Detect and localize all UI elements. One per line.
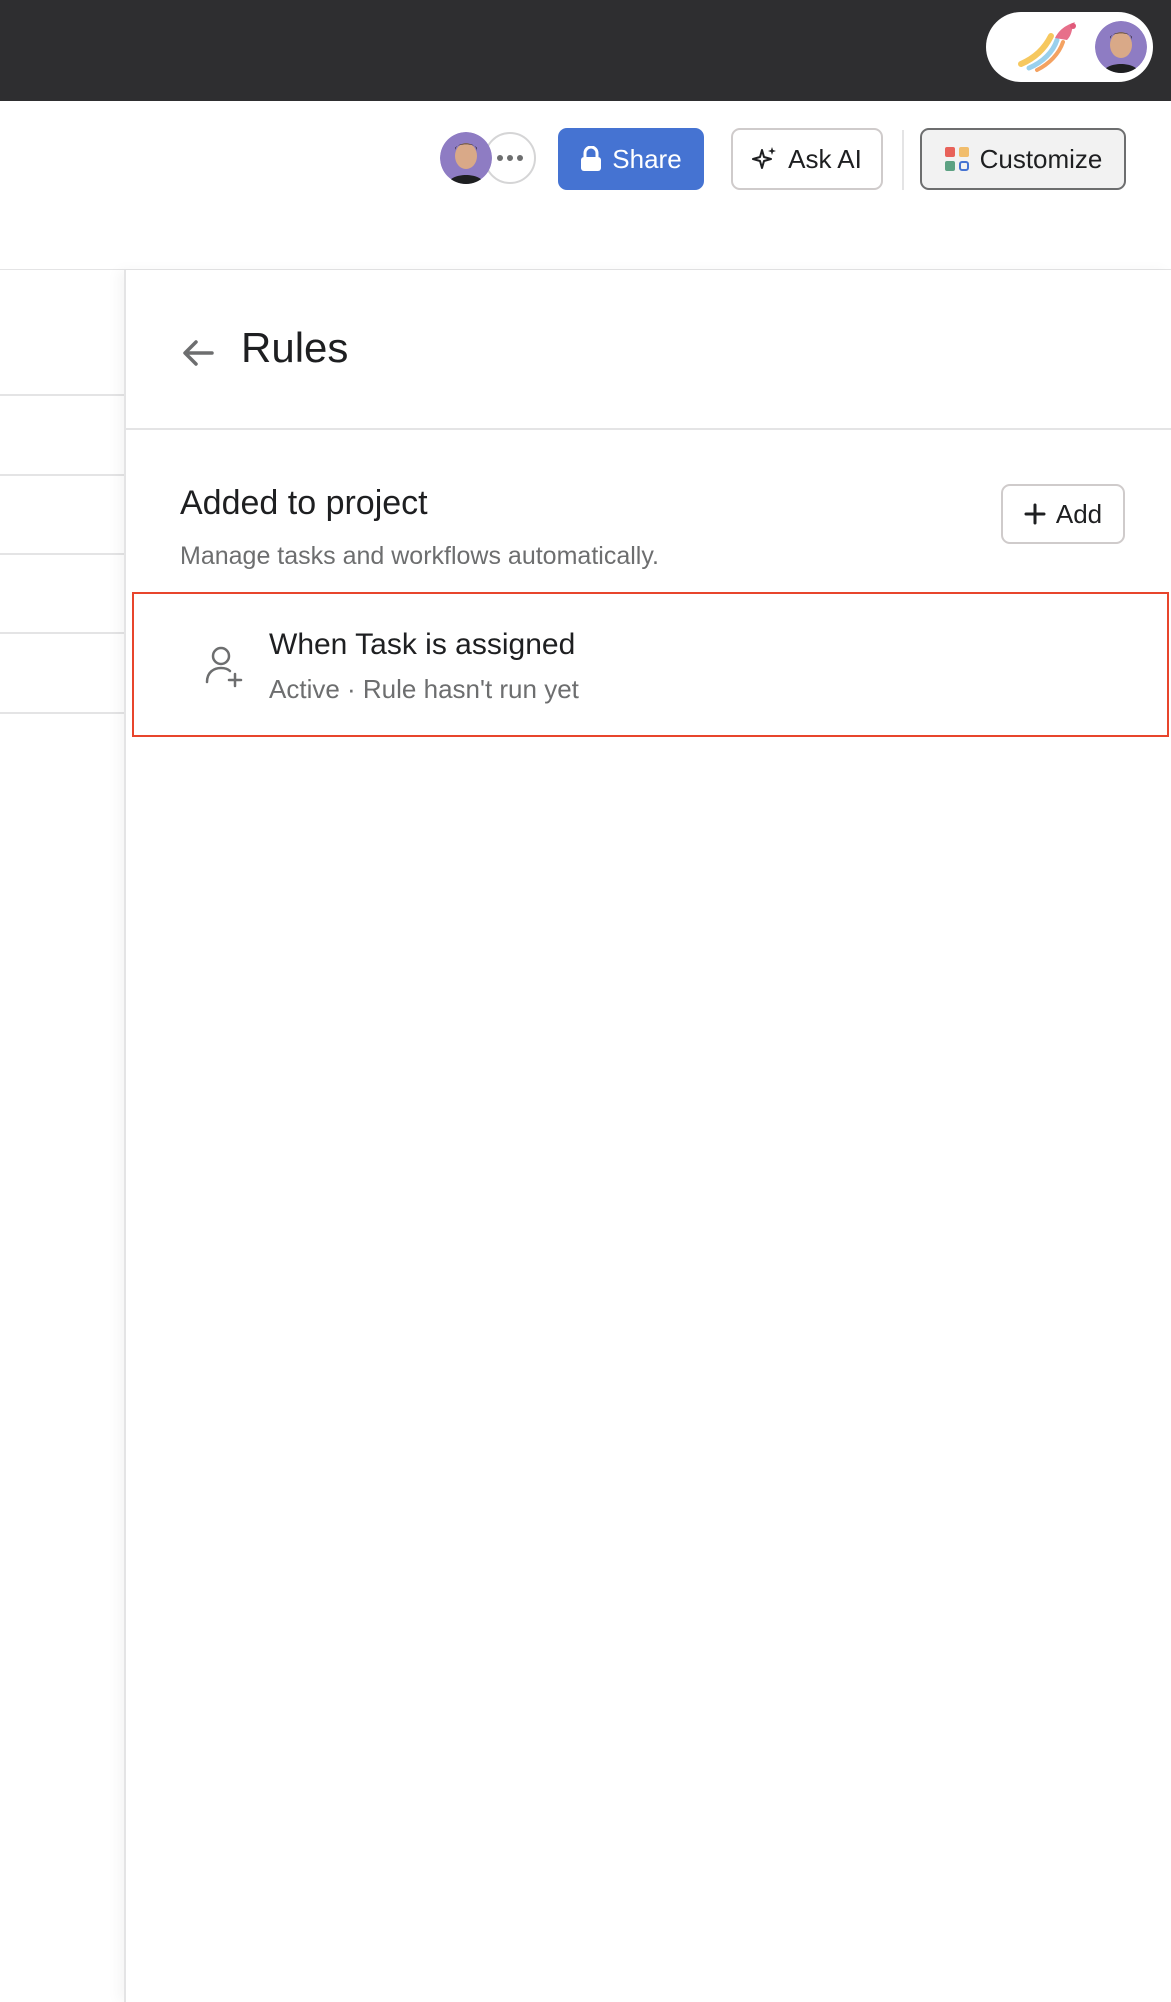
more-icon — [497, 155, 523, 161]
row-divider — [0, 474, 124, 476]
top-bar — [0, 0, 1171, 101]
row-divider — [0, 632, 124, 634]
share-button-label: Share — [612, 143, 682, 174]
customize-button[interactable]: Customize — [920, 128, 1126, 190]
header-divider — [902, 130, 904, 190]
ask-ai-button-label: Ask AI — [788, 143, 862, 174]
back-arrow-icon[interactable] — [178, 333, 218, 373]
avatar[interactable] — [1095, 21, 1147, 73]
user-plus-icon — [205, 646, 243, 688]
customize-grid-icon — [944, 147, 969, 171]
panel-header: Rules — [126, 270, 1171, 430]
add-rule-button[interactable]: Add — [1001, 484, 1125, 544]
lock-icon — [581, 146, 602, 171]
task-list-pane — [0, 270, 124, 2002]
rules-panel: Rules Added to project Manage tasks and … — [124, 270, 1171, 2002]
app-logo-icon — [1018, 22, 1076, 72]
ask-ai-button[interactable]: Ask AI — [731, 128, 883, 190]
plus-icon — [1024, 503, 1046, 525]
section-title: Added to project — [180, 484, 428, 522]
rule-item[interactable]: When Task is assigned Active · Rule hasn… — [132, 592, 1169, 737]
row-divider — [0, 553, 124, 555]
add-rule-button-label: Add — [1055, 498, 1103, 529]
row-divider — [0, 712, 124, 714]
avatar[interactable] — [440, 132, 492, 184]
section-subtitle: Manage tasks and workflows automatically… — [180, 542, 659, 570]
row-divider — [0, 394, 124, 396]
share-button[interactable]: Share — [558, 128, 704, 190]
sparkle-icon — [752, 147, 777, 169]
panel-title: Rules — [241, 324, 349, 371]
rule-status: Active · Rule hasn't run yet — [269, 674, 579, 704]
rule-title: When Task is assigned — [269, 628, 576, 661]
customize-button-label: Customize — [979, 143, 1103, 174]
